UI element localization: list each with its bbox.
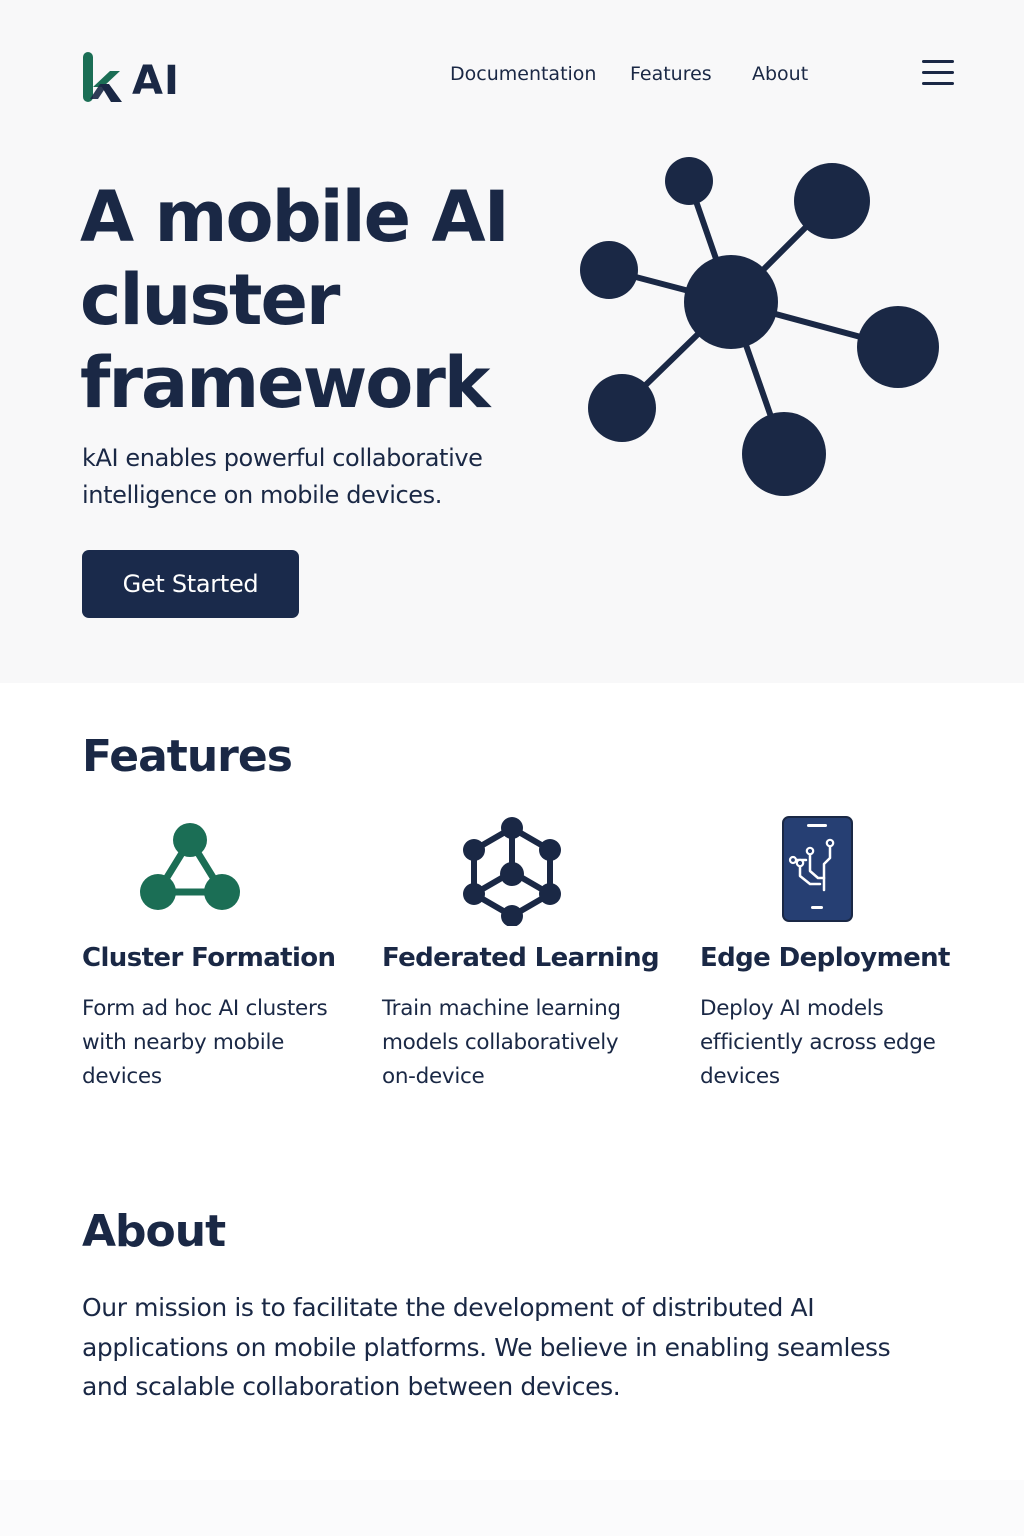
hexagon-network-icon [463,817,561,926]
about-text: Our mission is to facilitate the develop… [82,1293,891,1401]
nav-link-about[interactable]: About [752,60,808,88]
nav-link-features[interactable]: Features [630,60,712,88]
k-letter-logo-icon [83,52,122,102]
features-heading: Features [82,731,293,782]
menu-bar [922,71,954,74]
feature-title: Edge Deployment [700,943,950,973]
network-nodes-icon [580,157,939,496]
hamburger-menu-icon[interactable] [922,58,954,88]
menu-bar [922,60,954,63]
nav-link-documentation[interactable]: Documentation [450,60,596,88]
get-started-button[interactable]: Get Started [82,550,299,618]
menu-bar [922,82,954,85]
hero-subtitle: kAI enables powerful collaborative intel… [82,444,483,509]
feature-title: Cluster Formation [82,943,336,973]
hero-title: A mobile AI cluster framework [80,176,510,424]
brand-logo[interactable]: AI [82,50,180,104]
feature-description: Deploy AI models efficiently across edge… [700,996,936,1089]
footer-band [0,1480,1024,1536]
mobile-circuit-icon [782,816,853,922]
triangle-cluster-icon [140,823,240,910]
feature-title: Federated Learning [382,943,660,973]
about-heading: About [82,1206,226,1257]
feature-description: Form ad hoc AI clusters with nearby mobi… [82,996,328,1089]
feature-description: Train machine learning models collaborat… [382,996,621,1089]
brand-name: AI [132,58,180,104]
